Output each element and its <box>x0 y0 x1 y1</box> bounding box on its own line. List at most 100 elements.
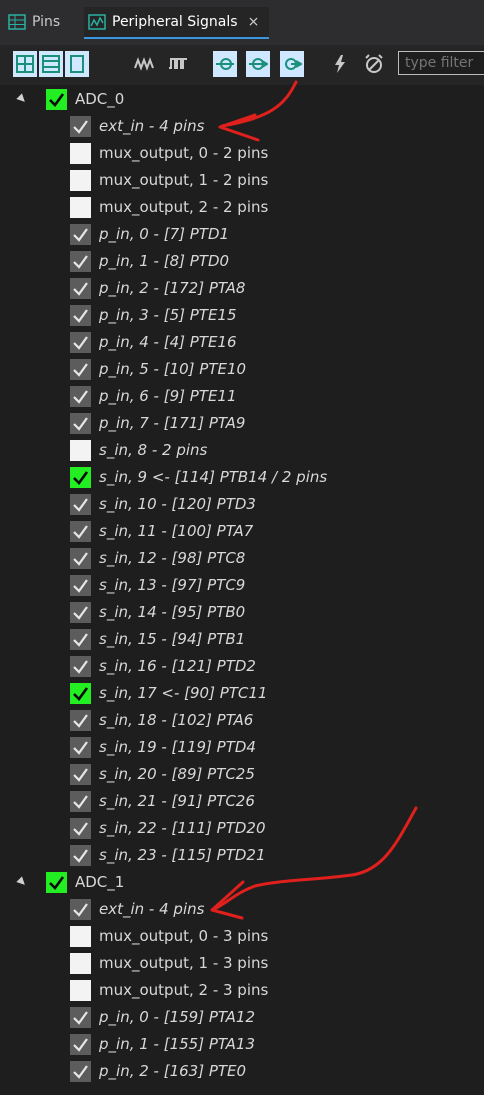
signal-checkbox[interactable] <box>70 1007 91 1028</box>
signal-checkbox[interactable] <box>70 602 91 623</box>
signal-row[interactable]: ext_in - 4 pins <box>0 113 484 140</box>
signal-row[interactable]: s_in, 8 - 2 pins <box>0 437 484 464</box>
expand-all-button[interactable] <box>13 51 37 77</box>
signal-row[interactable]: mux_output, 0 - 2 pins <box>0 140 484 167</box>
signal-row[interactable]: p_in, 0 - [7] PTD1 <box>0 221 484 248</box>
signal-row[interactable]: p_in, 4 - [4] PTE16 <box>0 329 484 356</box>
signal-row[interactable]: p_in, 1 - [8] PTD0 <box>0 248 484 275</box>
signal-row[interactable]: p_in, 0 - [159] PTA12 <box>0 1004 484 1031</box>
signal-row[interactable]: p_in, 7 - [171] PTA9 <box>0 410 484 437</box>
signal-checkbox[interactable] <box>70 305 91 326</box>
signal-checkbox[interactable] <box>70 818 91 839</box>
signal-checkbox[interactable] <box>70 764 91 785</box>
expand-toggle-icon[interactable] <box>16 93 28 105</box>
signal-row[interactable]: p_in, 1 - [155] PTA13 <box>0 1031 484 1058</box>
signal-checkbox[interactable] <box>70 575 91 596</box>
signal-checkbox[interactable] <box>70 116 91 137</box>
group-checkbox[interactable] <box>46 872 67 893</box>
signal-checkbox[interactable] <box>70 251 91 272</box>
signal-row[interactable]: p_in, 5 - [10] PTE10 <box>0 356 484 383</box>
signal-row[interactable]: s_in, 22 - [111] PTD20 <box>0 815 484 842</box>
signal-checkbox[interactable] <box>70 710 91 731</box>
signal-label: p_in, 3 - [5] PTE15 <box>99 306 237 324</box>
signal-row[interactable]: s_in, 10 - [120] PTD3 <box>0 491 484 518</box>
signal-row[interactable]: ext_in - 4 pins <box>0 896 484 923</box>
signal-row[interactable]: s_in, 14 - [95] PTB0 <box>0 599 484 626</box>
tree-group-1[interactable]: ADC_1 <box>0 869 484 896</box>
tree-group-0[interactable]: ADC_0 <box>0 86 484 113</box>
signal-row[interactable]: s_in, 23 - [115] PTD21 <box>0 842 484 869</box>
signal-checkbox[interactable] <box>70 521 91 542</box>
tab-peripheral-signals[interactable]: Peripheral Signals ⨯ <box>84 7 270 39</box>
collapse-all-button[interactable] <box>39 51 63 77</box>
tab-bar: Pins Peripheral Signals ⨯ <box>0 0 484 45</box>
signal-row[interactable]: s_in, 18 - [102] PTA6 <box>0 707 484 734</box>
signal-row[interactable]: s_in, 21 - [91] PTC26 <box>0 788 484 815</box>
signal-row[interactable]: s_in, 17 <- [90] PTC11 <box>0 680 484 707</box>
alarm-clock-icon <box>365 54 383 73</box>
toolbar <box>0 45 484 85</box>
expand-all-icon <box>16 55 34 73</box>
power-filter-button[interactable] <box>328 51 352 77</box>
signal-checkbox[interactable] <box>70 278 91 299</box>
signal-row[interactable]: s_in, 20 - [89] PTC25 <box>0 761 484 788</box>
signal-row[interactable]: p_in, 2 - [172] PTA8 <box>0 275 484 302</box>
group-checkbox[interactable] <box>46 89 67 110</box>
routing-out-icon <box>249 58 268 70</box>
signal-checkbox[interactable] <box>70 791 91 812</box>
signal-row[interactable]: s_in, 11 - [100] PTA7 <box>0 518 484 545</box>
signal-checkbox[interactable] <box>70 1061 91 1082</box>
signal-row[interactable]: s_in, 19 - [119] PTD4 <box>0 734 484 761</box>
signal-checkbox[interactable] <box>70 926 91 947</box>
signal-checkbox[interactable] <box>70 359 91 380</box>
signal-checkbox[interactable] <box>70 656 91 677</box>
signal-row[interactable]: p_in, 3 - [5] PTE15 <box>0 302 484 329</box>
signal-checkbox[interactable] <box>70 170 91 191</box>
signal-row[interactable]: p_in, 2 - [163] PTE0 <box>0 1058 484 1085</box>
signal-row[interactable]: s_in, 16 - [121] PTD2 <box>0 653 484 680</box>
pulse-filter-button[interactable] <box>166 51 190 77</box>
signal-checkbox[interactable] <box>70 845 91 866</box>
signal-row[interactable]: mux_output, 1 - 2 pins <box>0 167 484 194</box>
signal-checkbox[interactable] <box>70 629 91 650</box>
signal-checkbox[interactable] <box>70 440 91 461</box>
signal-checkbox[interactable] <box>70 494 91 515</box>
signal-row[interactable]: mux_output, 2 - 3 pins <box>0 977 484 1004</box>
routing-out-button[interactable] <box>246 51 270 77</box>
signal-row[interactable]: p_in, 6 - [9] PTE11 <box>0 383 484 410</box>
signal-checkbox[interactable] <box>70 332 91 353</box>
signal-label: mux_output, 0 - 2 pins <box>99 144 269 162</box>
signal-row[interactable]: s_in, 9 <- [114] PTB14 / 2 pins <box>0 464 484 491</box>
signal-checkbox[interactable] <box>70 683 91 704</box>
signal-filter-button[interactable] <box>132 51 156 77</box>
signal-label: mux_output, 1 - 3 pins <box>99 954 269 972</box>
signal-checkbox[interactable] <box>70 980 91 1001</box>
signal-row[interactable]: s_in, 13 - [97] PTC9 <box>0 572 484 599</box>
signal-row[interactable]: s_in, 12 - [98] PTC8 <box>0 545 484 572</box>
signal-row[interactable]: mux_output, 1 - 3 pins <box>0 950 484 977</box>
signal-checkbox[interactable] <box>70 386 91 407</box>
signal-row[interactable]: s_in, 15 - [94] PTB1 <box>0 626 484 653</box>
signal-checkbox[interactable] <box>70 953 91 974</box>
show-frame-button[interactable] <box>65 51 89 77</box>
collapse-all-icon <box>42 55 60 73</box>
tab-pins[interactable]: Pins <box>8 7 60 37</box>
filter-input[interactable] <box>398 51 484 75</box>
signal-checkbox[interactable] <box>70 224 91 245</box>
alarm-filter-button[interactable] <box>362 51 386 77</box>
signal-checkbox[interactable] <box>70 197 91 218</box>
signal-checkbox[interactable] <box>70 467 91 488</box>
signal-checkbox[interactable] <box>70 899 91 920</box>
signal-row[interactable]: mux_output, 2 - 2 pins <box>0 194 484 221</box>
signal-row[interactable]: mux_output, 0 - 3 pins <box>0 923 484 950</box>
routing-in-button[interactable] <box>213 51 237 77</box>
routing-bidir-button[interactable] <box>280 51 304 77</box>
signal-label: mux_output, 2 - 3 pins <box>99 981 269 999</box>
signal-checkbox[interactable] <box>70 1034 91 1055</box>
close-icon[interactable]: ⨯ <box>248 14 260 30</box>
signal-checkbox[interactable] <box>70 413 91 434</box>
signal-checkbox[interactable] <box>70 143 91 164</box>
signal-checkbox[interactable] <box>70 548 91 569</box>
expand-toggle-icon[interactable] <box>16 876 28 888</box>
signal-checkbox[interactable] <box>70 737 91 758</box>
